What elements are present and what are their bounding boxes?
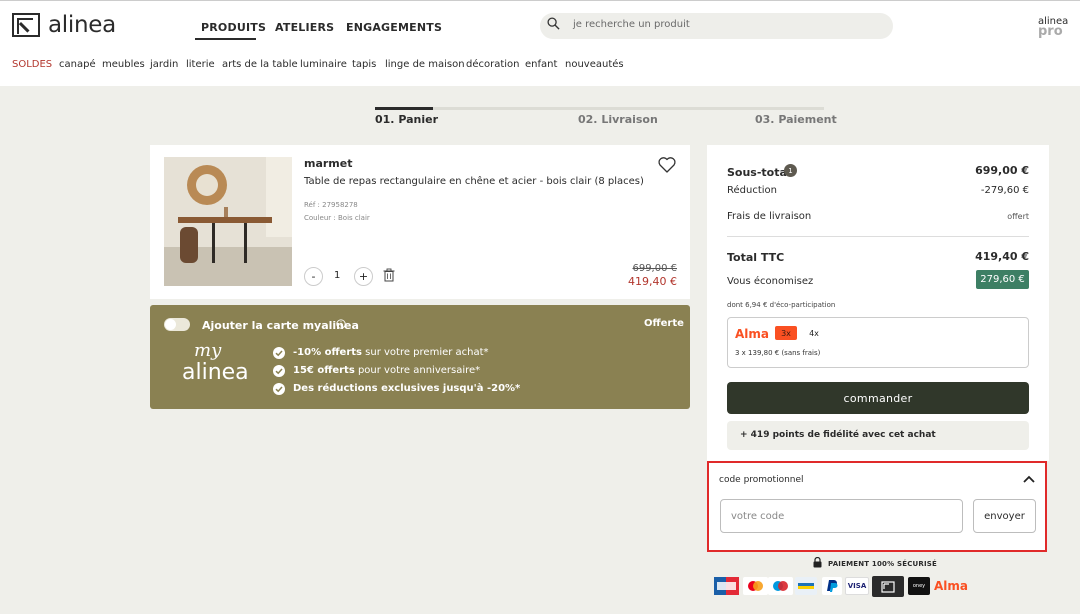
alma-installment-detail: 3 x 139,80 € (sans frais)	[735, 349, 821, 357]
quantity-decrease-button[interactable]: -	[304, 267, 323, 286]
alma-option-3x[interactable]: 3x	[775, 326, 797, 340]
savings-badge: 279,60 €	[976, 270, 1029, 289]
site-header: alinea PRODUITS ATELIERS ENGAGEMENTS je …	[0, 0, 1080, 86]
site-logo[interactable]: alinea	[48, 12, 116, 38]
alma-logo: Alma	[735, 327, 770, 341]
loyalty-benefit-1: -10% offerts sur votre premier achat*	[293, 347, 489, 358]
promo-submit-button[interactable]: envoyer	[973, 499, 1036, 533]
quantity-value[interactable]: 1	[334, 270, 340, 281]
category-soldes[interactable]: SOLDES	[12, 59, 52, 70]
summary-divider	[727, 236, 1029, 237]
promo-code-input[interactable]	[720, 499, 963, 533]
product-color: Couleur : Bois clair	[304, 214, 370, 222]
total-label: Total TTC	[727, 251, 785, 264]
promo-code-title[interactable]: code promotionnel	[719, 475, 804, 485]
step-panier: 01. Panier	[375, 113, 438, 126]
product-ref: Réf : 27958278	[304, 201, 358, 209]
checkout-progress-track	[375, 107, 824, 110]
product-old-price: 699,00 €	[632, 263, 677, 274]
step-livraison: 02. Livraison	[578, 113, 658, 126]
paypal-icon	[822, 577, 842, 595]
mastercard-icon	[743, 577, 768, 595]
category-decoration[interactable]: décoration	[466, 59, 520, 70]
category-enfant[interactable]: enfant	[525, 59, 557, 70]
product-price: 419,40 €	[628, 275, 677, 288]
secure-payment-label: PAIEMENT 100% SÉCURISÉ	[828, 560, 938, 568]
eco-participation-note: dont 6,94 € d'éco-participation	[727, 301, 836, 309]
quantity-increase-button[interactable]: +	[354, 267, 373, 286]
subtotal-value: 699,00 €	[975, 164, 1029, 177]
heart-icon[interactable]	[657, 155, 677, 175]
category-canape[interactable]: canapé	[59, 59, 96, 70]
myalinea-logo-alinea: alinea	[182, 360, 249, 385]
nav-engagements[interactable]: ENGAGEMENTS	[346, 21, 442, 34]
alma-payment-logo: Alma	[934, 579, 969, 593]
category-literie[interactable]: literie	[186, 59, 215, 70]
chevron-up-icon[interactable]	[1022, 474, 1036, 484]
category-luminaire[interactable]: luminaire	[300, 59, 347, 70]
check-circle-icon	[273, 383, 285, 395]
loyalty-points-text: + 419 points de fidélité avec cet achat	[740, 430, 936, 440]
subtotal-label: Sous-total	[727, 166, 791, 179]
maestro-icon	[768, 577, 793, 595]
info-icon[interactable]	[336, 319, 346, 329]
nav-active-indicator	[195, 38, 256, 40]
search-icon[interactable]	[547, 17, 560, 30]
category-nouveautes[interactable]: nouveautés	[565, 59, 624, 70]
product-brand[interactable]: marmet	[304, 157, 353, 170]
loyalty-offered-tag: Offerte	[644, 318, 684, 329]
category-meubles[interactable]: meubles	[102, 59, 145, 70]
loyalty-card-toggle[interactable]	[164, 318, 190, 331]
search-input[interactable]: je recherche un produit	[573, 19, 690, 30]
alinea-pro-logo[interactable]: alinea pro	[1038, 17, 1068, 39]
savings-label: Vous économisez	[727, 276, 814, 287]
checkout-progress-fill	[375, 107, 433, 110]
product-image[interactable]	[164, 157, 292, 286]
total-value: 419,40 €	[975, 250, 1029, 263]
lock-icon	[813, 557, 822, 568]
loyalty-benefit-2: 15€ offerts pour votre anniversaire*	[293, 365, 481, 376]
discount-value: -279,60 €	[980, 185, 1029, 196]
shipping-value: offert	[1007, 212, 1029, 221]
myalinea-logo-my: my	[194, 340, 222, 361]
bancontact-icon	[795, 577, 817, 595]
alinea-pro-logo-bottom: pro	[1038, 24, 1063, 39]
loyalty-benefit-3: Des réductions exclusives jusqu'à -20%*	[293, 383, 521, 394]
discount-label: Réduction	[727, 185, 777, 196]
category-linge-de-maison[interactable]: linge de maison	[385, 59, 465, 70]
category-tapis[interactable]: tapis	[352, 59, 376, 70]
subtotal-item-count-badge: 1	[784, 164, 797, 177]
alinea-logo-icon[interactable]	[12, 13, 40, 37]
product-description[interactable]: Table de repas rectangulaire en chêne et…	[304, 176, 644, 187]
step-paiement: 03. Paiement	[755, 113, 837, 126]
visa-icon: VISA	[845, 577, 869, 595]
shipping-label: Frais de livraison	[727, 211, 812, 222]
order-button[interactable]: commander	[727, 382, 1029, 414]
check-circle-icon	[273, 347, 285, 359]
nav-produits[interactable]: PRODUITS	[201, 21, 266, 34]
alma-option-4x[interactable]: 4x	[803, 326, 825, 340]
trash-icon[interactable]	[383, 268, 395, 282]
alma-payment-box	[727, 317, 1029, 368]
category-arts-de-la-table[interactable]: arts de la table	[222, 59, 298, 70]
cb-card-icon	[714, 577, 739, 595]
alinea-card-icon	[872, 576, 904, 597]
oney-icon: oney	[908, 577, 930, 595]
category-jardin[interactable]: jardin	[150, 59, 178, 70]
check-circle-icon	[273, 365, 285, 377]
nav-ateliers[interactable]: ATELIERS	[275, 21, 334, 34]
